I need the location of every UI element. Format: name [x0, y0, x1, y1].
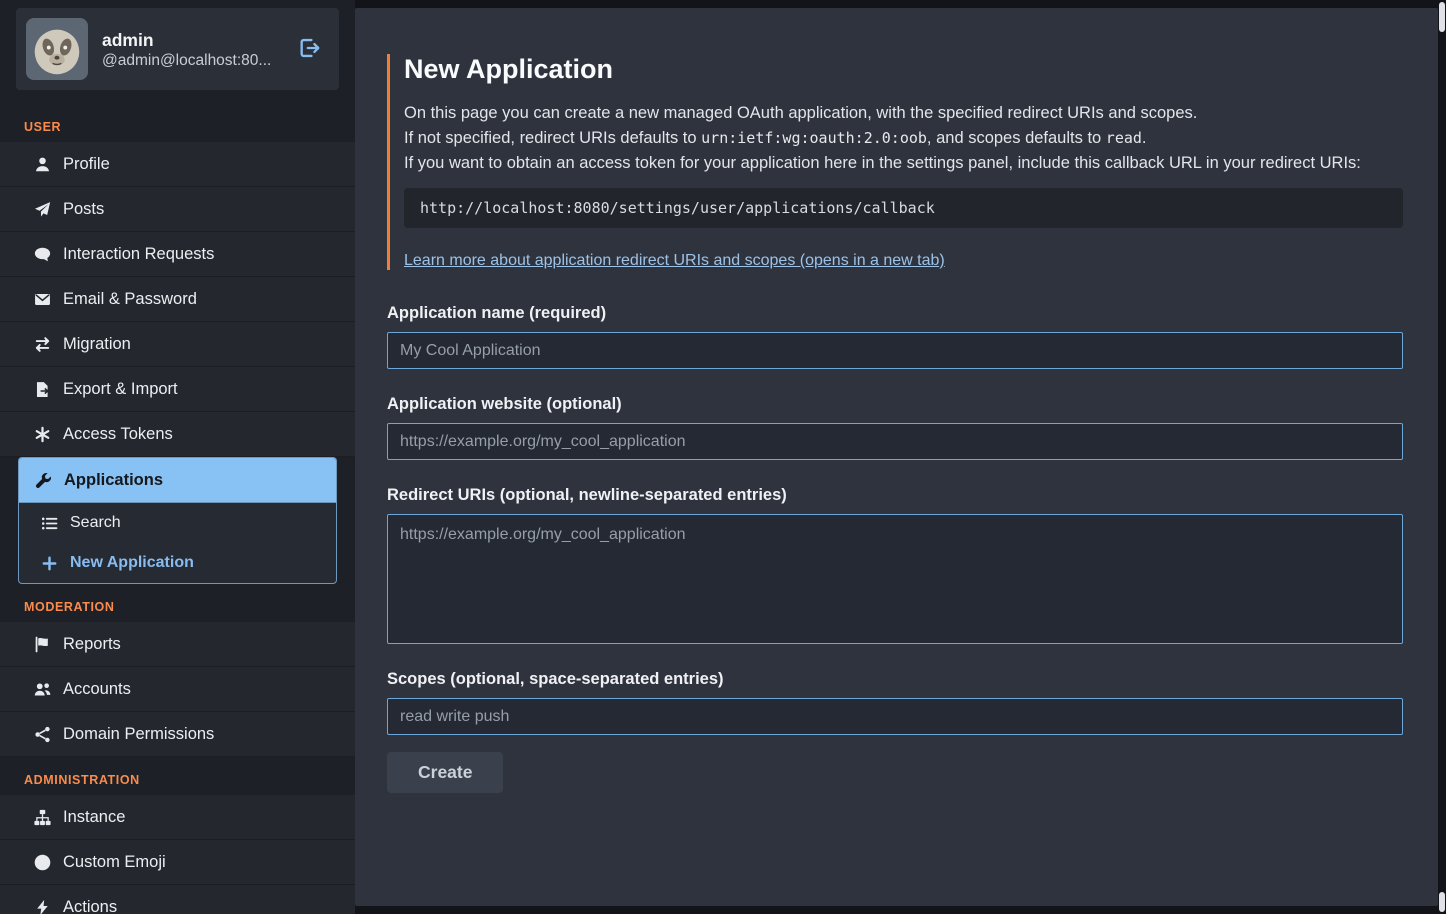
- scrollbar-thumb[interactable]: [1439, 2, 1445, 32]
- user-card: admin @admin@localhost:80...: [16, 8, 339, 90]
- sidebar-item-email-password[interactable]: Email & Password: [0, 277, 355, 322]
- plus-icon: [39, 555, 59, 572]
- page-title: New Application: [404, 54, 1403, 85]
- intro-line1: On this page you can create a new manage…: [404, 101, 1403, 126]
- sidebar-item-migration[interactable]: Migration: [0, 322, 355, 367]
- paper-plane-icon: [32, 201, 52, 218]
- sidebar-item-label: Posts: [63, 200, 104, 219]
- section-label-moderation: MODERATION: [0, 584, 355, 622]
- sidebar-item-access-tokens[interactable]: Access Tokens: [0, 412, 355, 457]
- intro-line2-pre: If not specified, redirect URIs defaults…: [404, 129, 701, 147]
- sidebar-item-label: Reports: [63, 635, 121, 654]
- user-icon: [32, 156, 52, 173]
- sidebar-item-label: Access Tokens: [63, 425, 173, 444]
- sitemap-icon: [32, 809, 52, 826]
- sidebar-item-interaction-requests[interactable]: Interaction Requests: [0, 232, 355, 277]
- envelope-icon: [32, 291, 52, 308]
- sidebar-item-label: Email & Password: [63, 290, 197, 309]
- section-label-user: USER: [0, 104, 355, 142]
- create-button[interactable]: Create: [387, 752, 503, 793]
- redirect-uris-textarea[interactable]: [387, 514, 1403, 644]
- new-application-form: Application name (required) Application …: [387, 304, 1403, 793]
- users-icon: [32, 681, 52, 698]
- sidebar-item-accounts[interactable]: Accounts: [0, 667, 355, 712]
- sidebar-item-label: Applications: [64, 471, 163, 490]
- sidebar-item-applications[interactable]: Applications: [19, 458, 336, 503]
- scrollbar[interactable]: [1438, 0, 1446, 914]
- sidebar-item-label: Interaction Requests: [63, 245, 214, 264]
- sidebar-item-label: Export & Import: [63, 380, 178, 399]
- sidebar: admin @admin@localhost:80... USER Profil…: [0, 0, 355, 914]
- sidebar-item-label: Custom Emoji: [63, 853, 166, 872]
- intro-line2: If not specified, redirect URIs defaults…: [404, 126, 1403, 151]
- sidebar-item-domain-permissions[interactable]: Domain Permissions: [0, 712, 355, 757]
- main-panel: New Application On this page you can cre…: [355, 8, 1438, 906]
- application-website-label: Application website (optional): [387, 395, 1403, 414]
- sidebar-item-actions[interactable]: Actions: [0, 885, 355, 914]
- sidebar-item-applications-search[interactable]: Search: [19, 503, 336, 543]
- sidebar-item-label: Actions: [63, 898, 117, 914]
- app-layout: admin @admin@localhost:80... USER Profil…: [0, 0, 1446, 914]
- scopes-input[interactable]: [387, 698, 1403, 735]
- application-name-label: Application name (required): [387, 304, 1403, 323]
- application-website-input[interactable]: [387, 423, 1403, 460]
- sidebar-item-instance[interactable]: Instance: [0, 795, 355, 840]
- share-nodes-icon: [32, 726, 52, 743]
- transfer-arrows-icon: [32, 336, 52, 353]
- learn-more-link[interactable]: Learn more about application redirect UR…: [404, 252, 945, 270]
- scrollbar-end: [1439, 892, 1445, 912]
- sloth-avatar-image: [26, 18, 88, 80]
- sidebar-item-export-import[interactable]: Export & Import: [0, 367, 355, 412]
- redirect-uris-label: Redirect URIs (optional, newline-separat…: [387, 486, 1403, 505]
- comment-icon: [32, 246, 52, 263]
- sidebar-item-label: Domain Permissions: [63, 725, 214, 744]
- intro-line2-mid: , and scopes defaults to: [927, 129, 1106, 147]
- sidebar-item-new-application[interactable]: New Application: [19, 543, 336, 583]
- sidebar-item-label: New Application: [70, 554, 194, 572]
- scopes-label: Scopes (optional, space-separated entrie…: [387, 670, 1403, 689]
- applications-group: Applications Search New Application: [18, 457, 337, 584]
- intro-line2-post: .: [1142, 129, 1147, 147]
- intro-code-read: read: [1106, 129, 1142, 147]
- section-label-administration: ADMINISTRATION: [0, 757, 355, 795]
- intro-code-oob: urn:ietf:wg:oauth:2.0:oob: [701, 129, 927, 147]
- list-icon: [39, 515, 59, 532]
- sidebar-item-posts[interactable]: Posts: [0, 187, 355, 232]
- intro-line3: If you want to obtain an access token fo…: [404, 151, 1403, 176]
- user-handle: @admin@localhost:80...: [102, 52, 271, 70]
- sidebar-item-label: Accounts: [63, 680, 131, 699]
- sidebar-item-reports[interactable]: Reports: [0, 622, 355, 667]
- sidebar-nav: USER Profile Posts Interaction Requests: [0, 104, 355, 914]
- smiley-icon: [32, 854, 52, 871]
- sidebar-item-label: Migration: [63, 335, 131, 354]
- sidebar-item-custom-emoji[interactable]: Custom Emoji: [0, 840, 355, 885]
- sidebar-item-profile[interactable]: Profile: [0, 142, 355, 187]
- sidebar-item-label: Profile: [63, 155, 110, 174]
- file-export-icon: [32, 381, 52, 398]
- user-name: admin: [102, 28, 271, 53]
- asterisk-icon: [32, 426, 52, 443]
- bolt-icon: [32, 899, 52, 914]
- callback-url-codeblock: http://localhost:8080/settings/user/appl…: [404, 188, 1403, 228]
- application-name-input[interactable]: [387, 332, 1403, 369]
- sidebar-item-label: Instance: [63, 808, 125, 827]
- user-meta: admin @admin@localhost:80...: [102, 28, 271, 71]
- avatar: [26, 18, 88, 80]
- flag-icon: [32, 636, 52, 653]
- logout-icon[interactable]: [297, 37, 325, 61]
- wrench-icon: [33, 472, 53, 489]
- intro-block: New Application On this page you can cre…: [387, 54, 1403, 270]
- sidebar-item-label: Search: [70, 514, 121, 532]
